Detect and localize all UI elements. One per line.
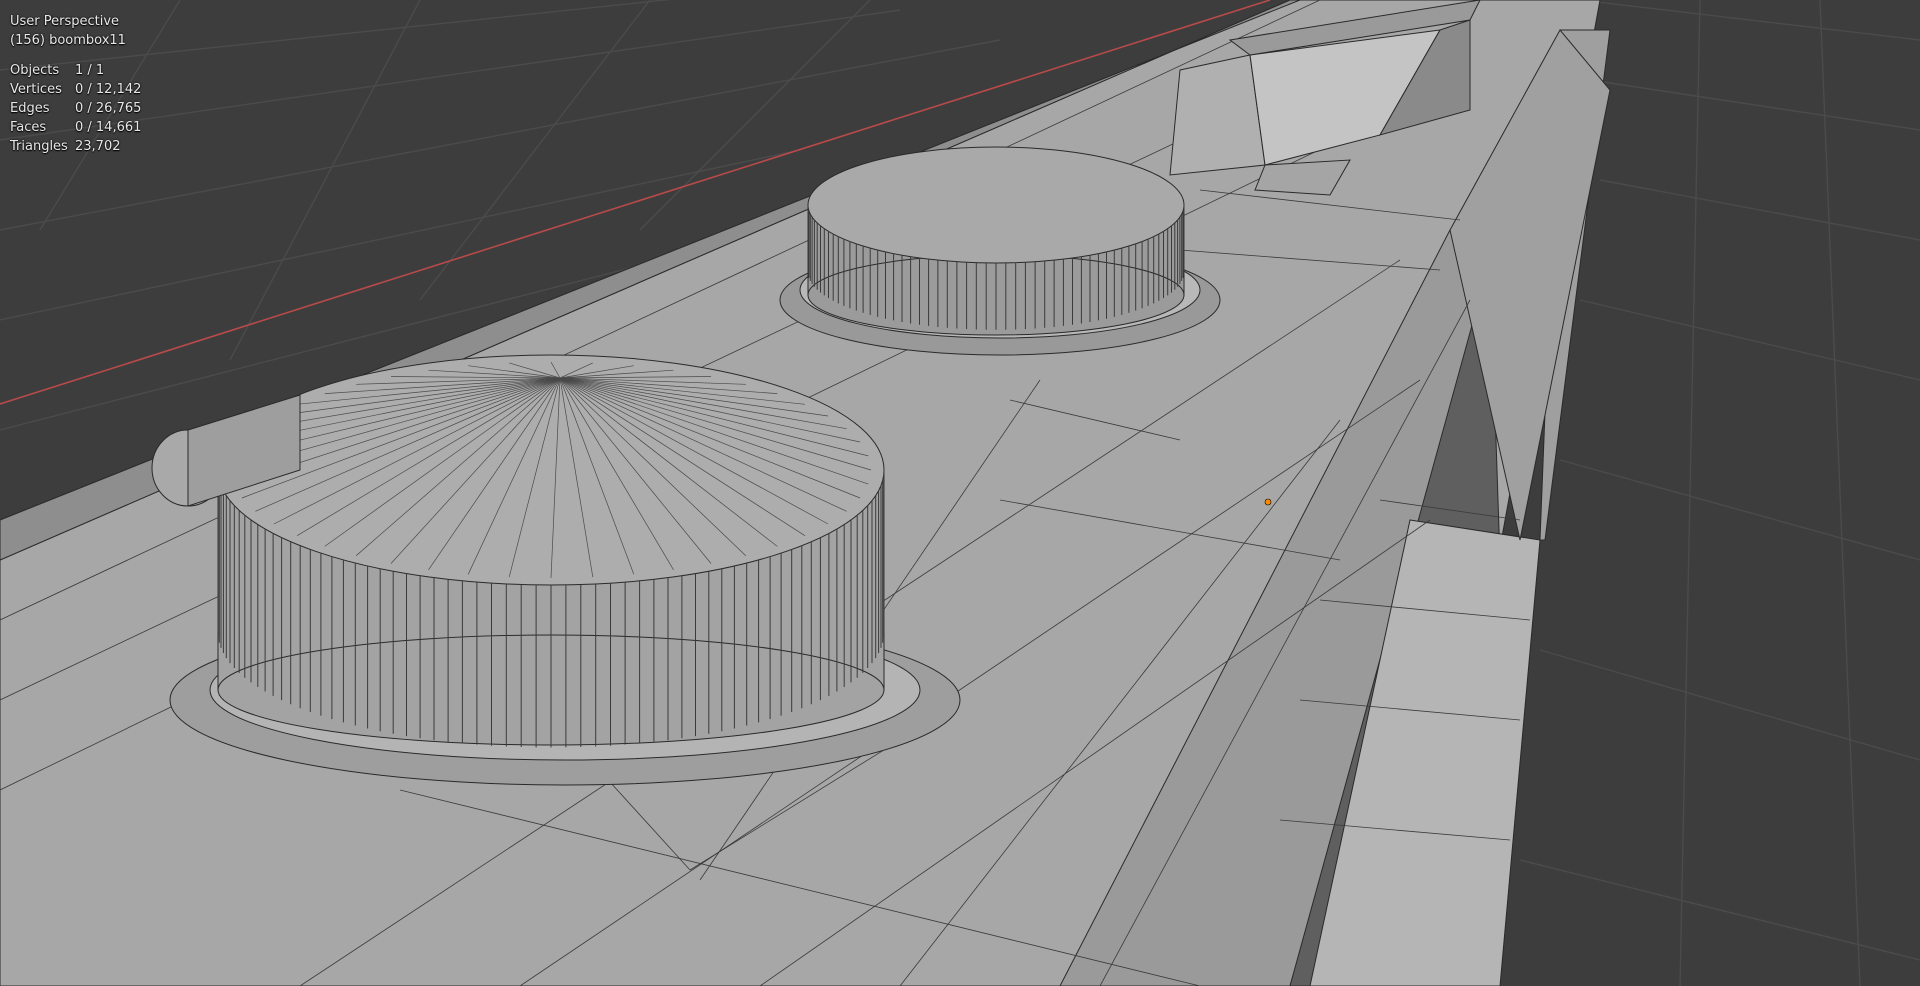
stat-label: Triangles (10, 139, 68, 154)
stat-value: 0 / 12,142 (75, 82, 142, 97)
wireframe-scene[interactable] (0, 0, 1920, 986)
scene-statistics: Objects 1 / 1 Vertices 0 / 12,142 Edges 0 / 2… (10, 61, 141, 156)
stat-row-faces: Faces 0 / 14,661 (10, 118, 141, 137)
active-object-info: (156) boombox11 (10, 33, 126, 48)
stat-label: Faces (10, 120, 47, 135)
viewport-info-overlay: User Perspective (156) boombox11 Objects… (10, 12, 141, 156)
stat-value: 0 / 26,765 (75, 101, 142, 116)
stat-label: Vertices (10, 82, 62, 97)
stat-row-edges: Edges 0 / 26,765 (10, 99, 141, 118)
stat-row-triangles: Triangles 23,702 (10, 137, 141, 156)
stat-label: Objects (10, 63, 60, 78)
stat-row-objects: Objects 1 / 1 (10, 61, 141, 80)
stat-value: 1 / 1 (75, 63, 105, 78)
stat-value: 0 / 14,661 (75, 120, 142, 135)
mesh-knob-rear (779, 146, 1221, 356)
view-name: User Perspective (10, 14, 120, 29)
stat-label: Edges (10, 101, 50, 116)
stat-value: 23,702 (75, 139, 121, 154)
stat-row-vertices: Vertices 0 / 12,142 (10, 80, 141, 99)
3d-viewport[interactable]: User Perspective (156) boombox11 Objects… (0, 0, 1920, 986)
object-origin-dot[interactable] (1264, 498, 1272, 506)
